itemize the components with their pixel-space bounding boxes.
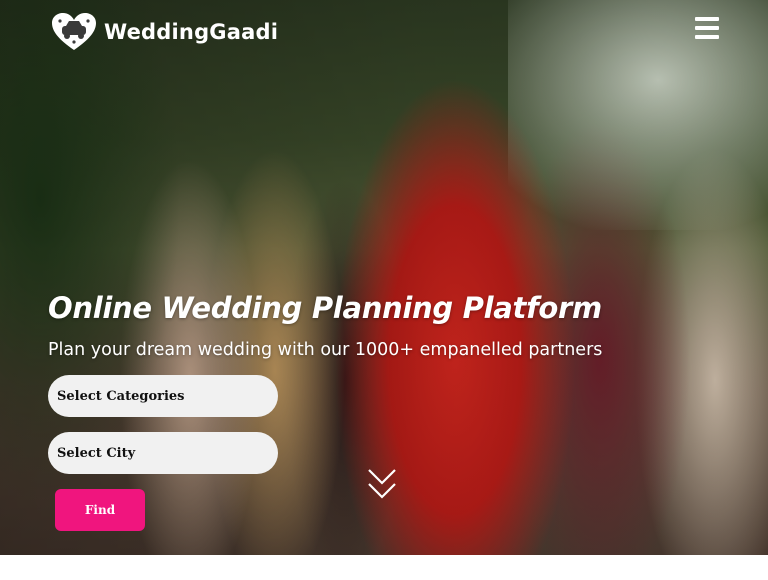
- hamburger-menu-icon-bar: [695, 35, 719, 39]
- hamburger-menu-icon: [695, 17, 719, 21]
- category-select[interactable]: Select Categories: [48, 375, 278, 417]
- heart-car-logo-icon: [52, 13, 96, 50]
- hero-banner: WeddingGaadi Online Wedding Planning Pla…: [0, 0, 768, 555]
- double-chevron-down-icon[interactable]: [366, 466, 398, 502]
- brand-logo[interactable]: WeddingGaadi: [50, 12, 278, 52]
- hero-subtitle: Plan your dream wedding with our 1000+ e…: [48, 340, 603, 360]
- hamburger-menu-button[interactable]: [695, 17, 719, 39]
- brand-name: WeddingGaadi: [104, 20, 279, 44]
- hero-title: Online Wedding Planning Platform: [48, 291, 602, 325]
- hamburger-menu-icon-bar: [695, 26, 719, 30]
- find-button[interactable]: Find: [55, 489, 145, 531]
- city-select[interactable]: Select City: [48, 432, 278, 474]
